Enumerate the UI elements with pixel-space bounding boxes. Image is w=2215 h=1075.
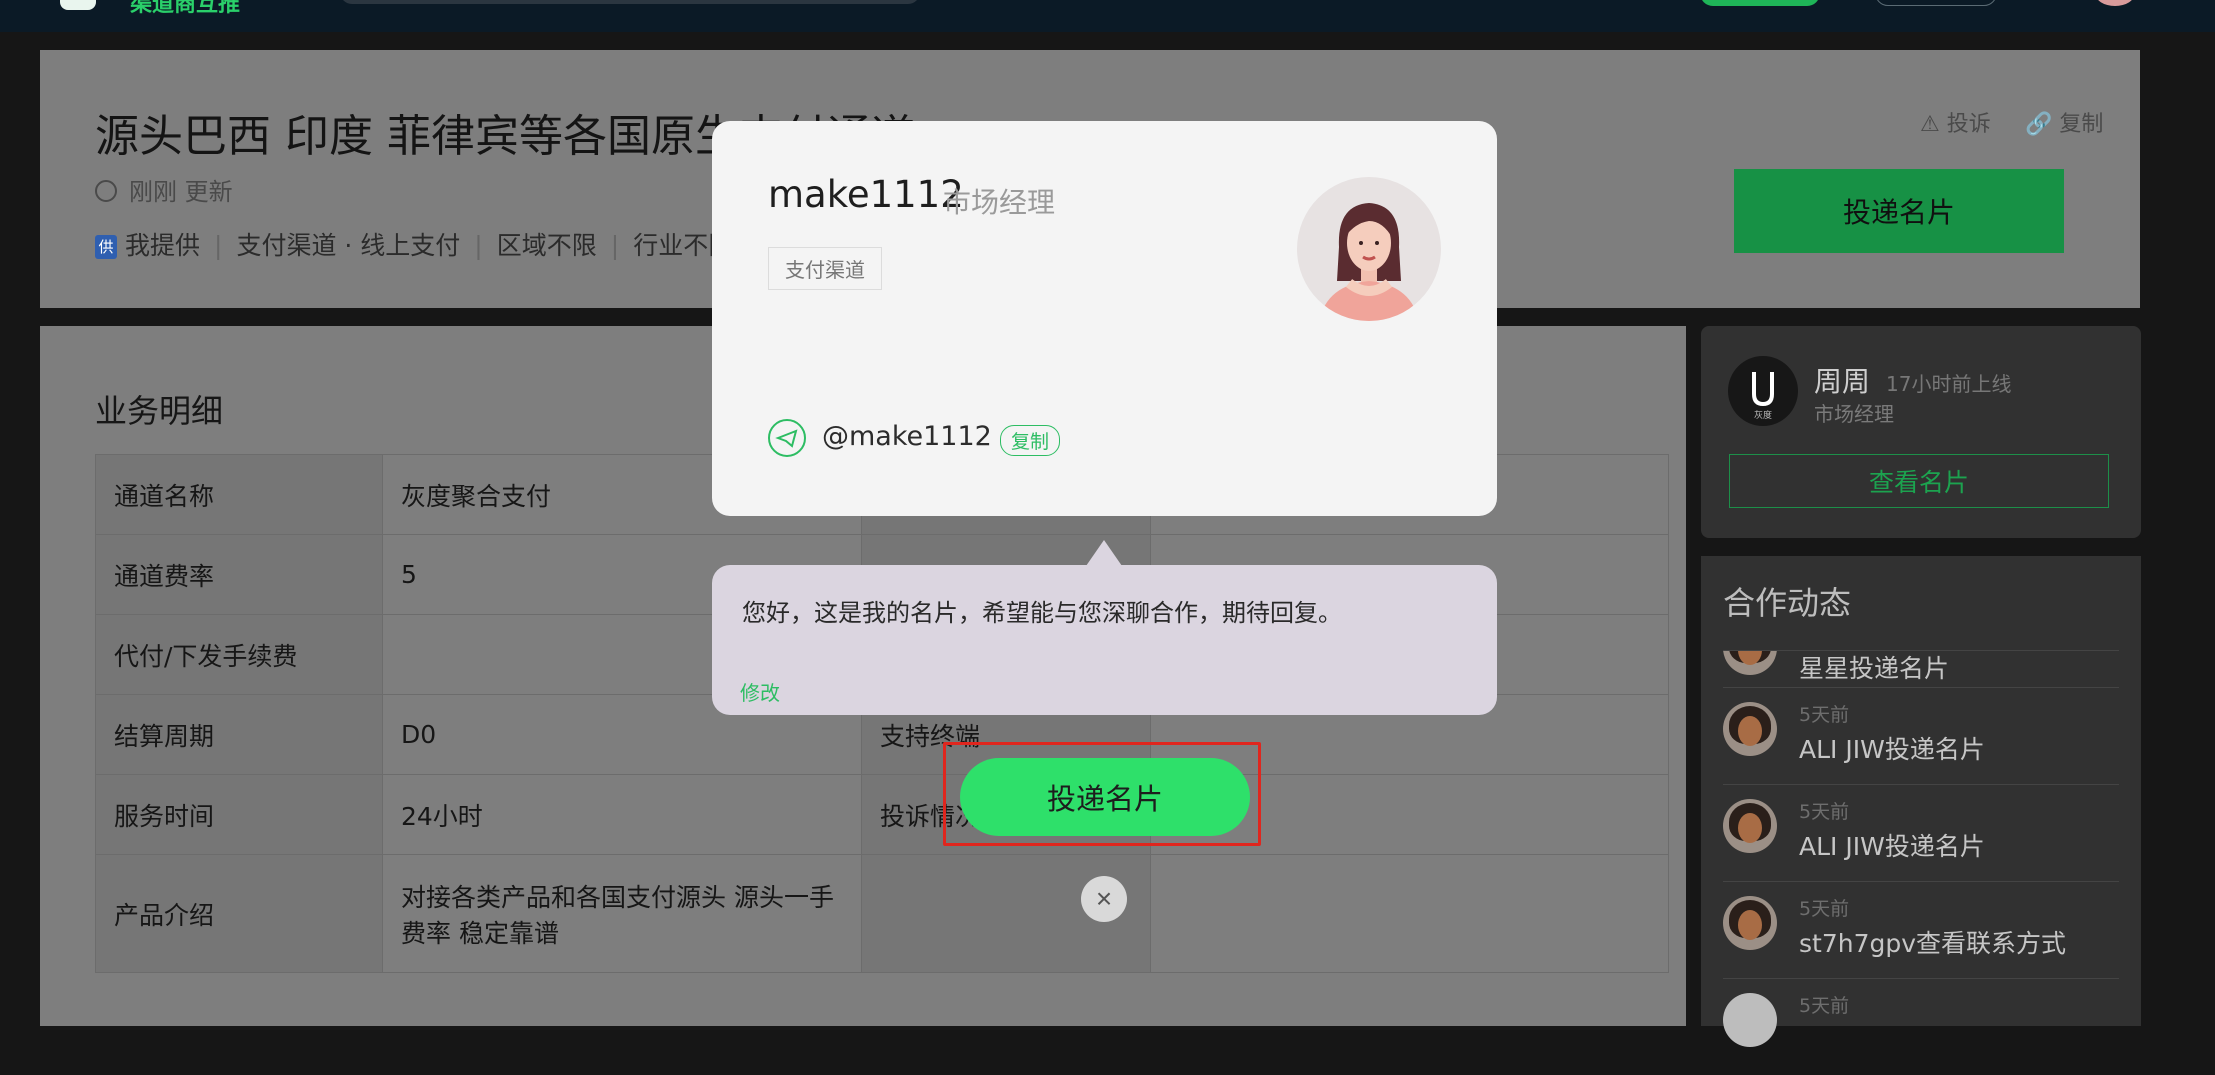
activity-time: 5天前 [1799, 704, 1850, 726]
tag-divider: | [610, 231, 620, 260]
tag-region: 区域不限 [496, 231, 597, 260]
company-logo-text: 灰度 [1754, 409, 1772, 421]
last-online: 17小时前上线 [1886, 372, 2012, 396]
tag-provide: 我提供 [125, 231, 201, 260]
greeting-text: 您好，这是我的名片，希望能与您深聊合作，期待回复。 [742, 599, 1342, 627]
activity-time: 5天前 [1799, 898, 1850, 920]
activity-avatar [1723, 799, 1777, 853]
activity-avatar [1723, 651, 1777, 675]
company-logo-mark: 灰度 [1752, 372, 1774, 421]
clock-icon [95, 180, 117, 202]
publisher-role: 市场经理 [1814, 402, 1894, 426]
publisher-name: 周周 [1814, 365, 1871, 398]
row-label: 代付/下发手续费 [95, 614, 383, 695]
table-row: 服务时间 24小时 投诉情况 [95, 774, 1669, 855]
card-role: 市场经理 [943, 186, 1056, 219]
activity-text: ALI JIW投递名片 [1799, 832, 1985, 861]
activity-item[interactable]: 5天前 ALI JIW投递名片 [1723, 784, 2119, 881]
activity-item[interactable]: 5天前 ALI JIW投递名片 [1723, 687, 2119, 784]
avatar-face [1738, 651, 1762, 665]
company-logo-icon: 灰度 [1728, 356, 1798, 426]
activity-avatar [1723, 993, 1777, 1047]
portrait-avatar [1297, 177, 1441, 321]
avatar-face [1738, 910, 1762, 940]
activity-item[interactable]: 5天前 st7h7gpv查看联系方式 [1723, 881, 2119, 978]
activity-text: 星星投递名片 [1799, 654, 1950, 681]
copy-handle-button[interactable]: 复制 [1000, 425, 1061, 456]
section-title: 业务明细 [95, 392, 224, 430]
row-label: 通道名称 [95, 454, 383, 535]
activity-text: ALI JIW投递名片 [1799, 735, 1985, 764]
business-card-modal: make1112 市场经理 支付渠道 @make1112 复制 [712, 121, 1497, 516]
supply-badge: 供 [95, 235, 117, 259]
search-input[interactable] [340, 0, 920, 4]
tag-divider: | [214, 231, 223, 260]
activity-panel: 合作动态 星星投递名片 5天前 ALI JIW投递名片 5天前 ALI JIW投… [1701, 556, 2141, 1047]
card-tag: 支付渠道 [768, 247, 882, 290]
tag-divider: | [474, 231, 483, 260]
telegram-plane-icon [775, 429, 798, 448]
activity-time: 5天前 [1799, 995, 1850, 1017]
activity-time: 5天前 [1799, 801, 1850, 823]
site-logo-icon[interactable] [60, 0, 96, 10]
row-value-2 [1150, 854, 1669, 973]
top-navbar: 渠道商互推 [0, 0, 2215, 32]
row-value: 对接各类产品和各国支付源头 源头一手费率 稳定靠谱 [382, 854, 862, 973]
secondary-nav-button[interactable] [1875, 0, 1997, 6]
row-label: 服务时间 [95, 774, 383, 855]
row-value: 24小时 [382, 774, 862, 855]
site-logo-text[interactable]: 渠道商互推 [130, 0, 240, 18]
activity-avatar [1723, 896, 1777, 950]
copy-label: 复制 [2059, 112, 2104, 137]
send-card-button[interactable]: 投递名片 [960, 758, 1250, 836]
report-link[interactable]: ⚠ 投诉 [1920, 106, 1991, 138]
table-row: 产品介绍 对接各类产品和各国支付源头 源头一手费率 稳定靠谱 [95, 854, 1669, 973]
telegram-icon [768, 419, 806, 457]
update-time-text: 刚刚 更新 [129, 178, 233, 206]
publisher-card: 灰度 周周 17小时前上线 市场经理 查看名片 [1701, 326, 2141, 538]
activity-title: 合作动态 [1723, 584, 1852, 622]
update-time: 刚刚 更新 [95, 172, 233, 207]
activity-text: st7h7gpv查看联系方式 [1799, 929, 2067, 958]
primary-nav-button[interactable] [1700, 0, 1820, 6]
bubble-arrow [1086, 540, 1122, 566]
view-card-button[interactable]: 查看名片 [1729, 454, 2109, 508]
close-icon[interactable]: × [1081, 876, 1127, 922]
avatar-face [1738, 813, 1762, 843]
greeting-message: 您好，这是我的名片，希望能与您深聊合作，期待回复。 修改 [712, 565, 1497, 715]
row-label: 产品介绍 [95, 854, 383, 973]
row-label: 通道费率 [95, 534, 383, 615]
woman-portrait-icon [1319, 203, 1419, 321]
deliver-card-button[interactable]: 投递名片 [1734, 169, 2064, 253]
activity-item[interactable]: 星星投递名片 [1723, 650, 2119, 681]
activity-avatar [1723, 702, 1777, 756]
card-username: make1112 [768, 173, 964, 216]
edit-message-link[interactable]: 修改 [740, 677, 780, 706]
listing-tags: 供我提供 | 支付渠道 · 线上支付 | 区域不限 | 行业不限 [95, 226, 733, 262]
row-label: 结算周期 [95, 694, 383, 775]
avatar-face [1738, 716, 1762, 746]
copy-link[interactable]: 🔗 复制 [2025, 106, 2103, 138]
report-label: 投诉 [1946, 112, 1991, 137]
telegram-handle: @make1112 [822, 421, 992, 452]
tag-category: 支付渠道 · 线上支付 [236, 231, 461, 260]
user-avatar[interactable] [2095, 0, 2135, 6]
activity-item[interactable]: 5天前 [1723, 978, 2119, 1075]
